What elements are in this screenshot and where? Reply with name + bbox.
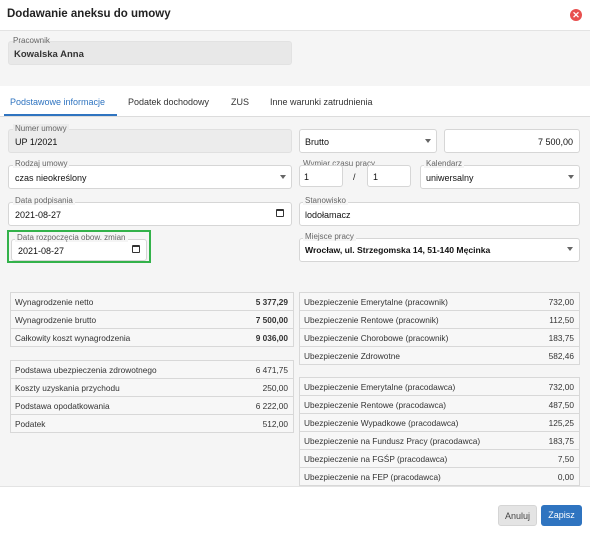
table-row: Ubezpieczenie Zdrowotne 582,46 (299, 347, 580, 365)
table-row: Ubezpieczenie na FEP (pracodawca) 0,00 (299, 468, 580, 486)
table-row: Ubezpieczenie na FGŚP (pracodawca) 7,50 (299, 450, 580, 468)
row-label: Wynagrodzenie brutto (15, 315, 97, 325)
table-row: Ubezpieczenie Rentowe (pracodawca) 487,50 (299, 396, 580, 414)
chevron-down-icon (567, 247, 573, 251)
row-value: 250,00 (262, 383, 288, 393)
row-value: 112,50 (549, 315, 574, 325)
row-label: Podstawa opodatkowania (15, 401, 110, 411)
row-label: Ubezpieczenie na FEP (pracodawca) (304, 472, 441, 482)
contract-number-label: Numer umowy (13, 124, 69, 133)
summary-salary-table: Wynagrodzenie netto 5 377,29 Wynagrodzeni… (10, 292, 294, 347)
contract-type-label: Rodzaj umowy (13, 159, 70, 168)
table-row: Ubezpieczenie na Fundusz Pracy (pracodaw… (299, 432, 580, 450)
table-row: Podatek 512,00 (10, 415, 294, 433)
position-value: lodołamacz (305, 210, 351, 220)
highlight-box (7, 230, 151, 263)
summary-employer-insurance-table: Ubezpieczenie Emerytalne (pracodawca) 732… (299, 377, 580, 486)
row-value: 6 471,75 (255, 365, 288, 375)
row-label: Podatek (15, 419, 46, 429)
row-label: Wynagrodzenie netto (15, 297, 94, 307)
calendar-icon[interactable] (276, 209, 284, 217)
row-label: Ubezpieczenie Chorobowe (pracownik) (304, 333, 449, 343)
table-row: Koszty uzyskania przychodu 250,00 (10, 379, 294, 397)
row-value: 7,50 (557, 454, 574, 464)
sign-date-label: Data podpisania (13, 196, 75, 205)
active-tab-indicator (4, 114, 117, 116)
row-label: Podstawa ubezpieczenia zdrowotnego (15, 365, 157, 375)
salary-type-value: Brutto (305, 137, 330, 147)
chevron-down-icon (568, 175, 574, 179)
row-label: Ubezpieczenie na FGŚP (pracodawca) (304, 454, 448, 464)
row-label: Ubezpieczenie Rentowe (pracodawca) (304, 400, 447, 410)
table-row: Podstawa opodatkowania 6 222,00 (10, 397, 294, 415)
row-label: Ubezpieczenie Zdrowotne (304, 351, 400, 361)
row-value: 732,00 (548, 297, 574, 307)
row-value: 512,00 (262, 419, 288, 429)
tab-basic-info[interactable]: Podstawowe informacje (10, 97, 105, 107)
employee-label: Pracownik (13, 36, 50, 45)
summary-employee-insurance-table: Ubezpieczenie Emerytalne (pracownik) 732,… (299, 292, 580, 365)
working-time-numerator-value: 1 (304, 172, 310, 182)
table-row: Ubezpieczenie Rentowe (pracownik) 112,50 (299, 311, 580, 329)
summary-tax-table: Podstawa ubezpieczenia zdrowotnego 6 471,… (10, 360, 294, 433)
table-row: Ubezpieczenie Emerytalne (pracownik) 732,… (299, 293, 580, 311)
employee-value: Kowalska Anna (14, 49, 84, 60)
row-label: Ubezpieczenie na Fundusz Pracy (pracodaw… (304, 436, 481, 446)
row-value: 5 377,29 (255, 297, 288, 307)
close-icon[interactable]: ✕ (570, 9, 582, 21)
row-value: 732,00 (548, 382, 574, 392)
table-row: Ubezpieczenie Chorobowe (pracownik) 183,7… (299, 329, 580, 347)
contract-type-value: czas nieokreślony (15, 173, 87, 183)
table-row: Podstawa ubezpieczenia zdrowotnego 6 471,… (10, 361, 294, 379)
workplace-label: Miejsce pracy (303, 232, 356, 241)
table-row: Wynagrodzenie brutto 7 500,00 (10, 311, 294, 329)
chevron-down-icon (280, 175, 286, 179)
dialog-title: Dodawanie aneksu do umowy (7, 8, 171, 20)
row-value: 125,25 (548, 418, 574, 428)
chevron-down-icon (425, 139, 431, 143)
row-value: 7 500,00 (255, 315, 288, 325)
tab-income-tax[interactable]: Podatek dochodowy (128, 97, 209, 107)
row-value: 0,00 (557, 472, 574, 482)
calendar-label: Kalendarz (424, 159, 465, 168)
row-label: Ubezpieczenie Wypadkowe (pracodawca) (304, 418, 459, 428)
row-label: Koszty uzyskania przychodu (15, 383, 120, 393)
row-label: Całkowity koszt wynagrodzenia (15, 333, 131, 343)
table-row: Ubezpieczenie Emerytalne (pracodawca) 732… (299, 378, 580, 396)
row-label: Ubezpieczenie Emerytalne (pracodawca) (304, 382, 456, 392)
position-label: Stanowisko (303, 196, 348, 205)
row-value: 582,46 (548, 351, 574, 361)
salary-amount-value: 7 500,00 (537, 137, 573, 147)
table-row: Wynagrodzenie netto 5 377,29 (10, 293, 294, 311)
row-value: 6 222,00 (255, 401, 288, 411)
working-time-denominator-value: 1 (373, 172, 379, 182)
table-row: Ubezpieczenie Wypadkowe (pracodawca) 125,… (299, 414, 580, 432)
table-row: Całkowity koszt wynagrodzenia 9 036,00 (10, 329, 294, 347)
row-label: Ubezpieczenie Emerytalne (pracownik) (304, 297, 448, 307)
row-label: Ubezpieczenie Rentowe (pracownik) (304, 315, 439, 325)
tab-zus[interactable]: ZUS (231, 97, 249, 107)
calendar-value: uniwersalny (426, 173, 474, 183)
tab-other-conditions[interactable]: Inne warunki zatrudnienia (270, 97, 373, 107)
sign-date-value: 2021-08-27 (15, 210, 62, 220)
row-value: 183,75 (548, 333, 574, 343)
row-value: 183,75 (548, 436, 574, 446)
row-value: 487,50 (548, 400, 574, 410)
contract-number-value: UP 1/2021 (15, 137, 58, 147)
save-button[interactable]: Zapisz (541, 505, 582, 526)
workplace-value: Wrocław, ul. Strzegomska 14, 51-140 Męci… (305, 245, 491, 255)
row-value: 9 036,00 (255, 333, 288, 343)
cancel-button[interactable]: Anuluj (498, 505, 537, 526)
tabs-divider (0, 116, 590, 117)
working-time-separator: / (353, 172, 356, 182)
